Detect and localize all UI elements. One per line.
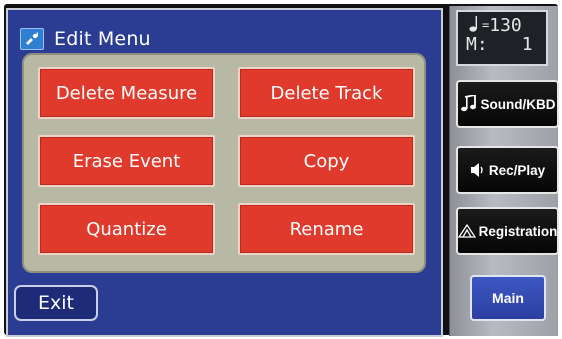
- registration-label: Registration: [478, 223, 558, 239]
- quantize-button[interactable]: Quantize: [38, 203, 215, 255]
- title-bar: Edit Menu: [20, 26, 151, 52]
- tempo-value: 130: [489, 15, 522, 36]
- rename-button[interactable]: Rename: [238, 203, 415, 255]
- tempo-display: = 130 M: 1: [456, 10, 548, 66]
- sound-kbd-label: Sound/KBD: [480, 96, 556, 112]
- rec-play-label: Rec/Play: [488, 162, 546, 178]
- erase-event-button[interactable]: Erase Event: [38, 135, 215, 187]
- delete-measure-button[interactable]: Delete Measure: [38, 67, 215, 119]
- exit-button[interactable]: Exit: [14, 285, 98, 321]
- music-edit-icon: [20, 28, 44, 50]
- sound-kbd-button[interactable]: Sound/KBD: [456, 80, 559, 128]
- tempo-equals: =: [482, 18, 490, 32]
- registration-button[interactable]: Registration: [456, 207, 559, 255]
- delete-track-button[interactable]: Delete Track: [238, 67, 415, 119]
- measure-value: 1: [521, 34, 533, 55]
- main-button[interactable]: Main: [470, 275, 546, 321]
- rec-play-button[interactable]: Rec/Play: [456, 146, 559, 194]
- quarter-note-icon: [466, 16, 482, 35]
- page-title: Edit Menu: [54, 28, 151, 50]
- measure-label: M:: [466, 34, 488, 55]
- copy-button[interactable]: Copy: [238, 135, 415, 187]
- speaker-icon: [470, 162, 486, 178]
- music-note-icon: [460, 95, 478, 113]
- registration-icon: [457, 223, 476, 239]
